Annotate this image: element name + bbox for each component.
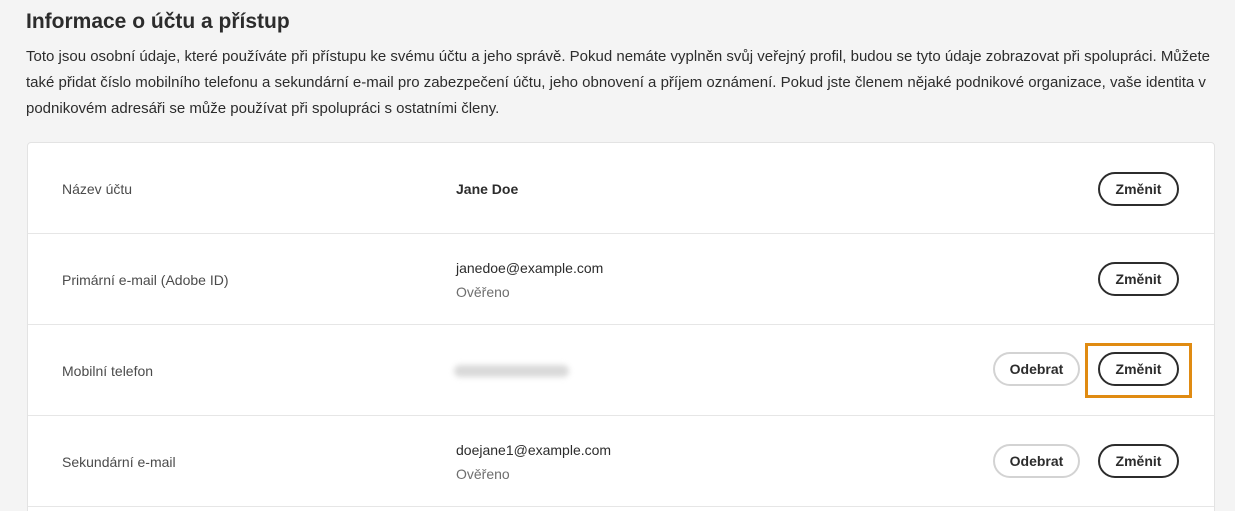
secondary-email-value-block: doejane1@example.com Ověřeno <box>456 416 611 507</box>
change-account-name-button[interactable]: Změnit <box>1098 172 1179 206</box>
secondary-email-status: Ověřeno <box>456 465 510 482</box>
secondary-email-value: doejane1@example.com <box>456 441 612 458</box>
secondary-email-label: Sekundární e-mail <box>62 453 176 470</box>
change-secondary-email-button[interactable]: Změnit <box>1098 444 1179 478</box>
row-primary-email: Primární e-mail (Adobe ID) janedoe@examp… <box>28 234 1214 325</box>
section-title: Informace o účtu a přístup <box>26 10 290 33</box>
change-primary-email-button[interactable]: Změnit <box>1098 262 1179 296</box>
account-info-card: Název účtu Jane Doe Změnit Primární e-ma… <box>27 142 1215 511</box>
row-mobile-phone: Mobilní telefon Odebrat Změnit <box>28 325 1214 416</box>
account-info-page: Informace o účtu a přístup Toto jsou oso… <box>0 0 1235 511</box>
primary-email-status: Ověřeno <box>456 283 510 300</box>
mobile-phone-blurred-value <box>454 364 569 377</box>
primary-email-value: janedoe@example.com <box>456 259 604 276</box>
primary-email-value-block: janedoe@example.com Ověřeno <box>456 234 603 325</box>
mobile-phone-value-block <box>454 325 569 416</box>
account-name-value-block: Jane Doe <box>456 143 518 234</box>
section-description: Toto jsou osobní údaje, které používáte … <box>26 48 1211 117</box>
row-account-name: Název účtu Jane Doe Změnit <box>28 143 1214 234</box>
account-name-value: Jane Doe <box>456 180 519 197</box>
remove-secondary-email-button[interactable]: Odebrat <box>993 444 1080 478</box>
row-secondary-email: Sekundární e-mail doejane1@example.com O… <box>28 416 1214 507</box>
change-mobile-phone-button[interactable]: Změnit <box>1098 352 1179 386</box>
primary-email-label: Primární e-mail (Adobe ID) <box>62 271 229 288</box>
remove-mobile-phone-button[interactable]: Odebrat <box>993 352 1080 386</box>
mobile-phone-label: Mobilní telefon <box>62 362 154 379</box>
account-name-label: Název účtu <box>62 180 133 197</box>
